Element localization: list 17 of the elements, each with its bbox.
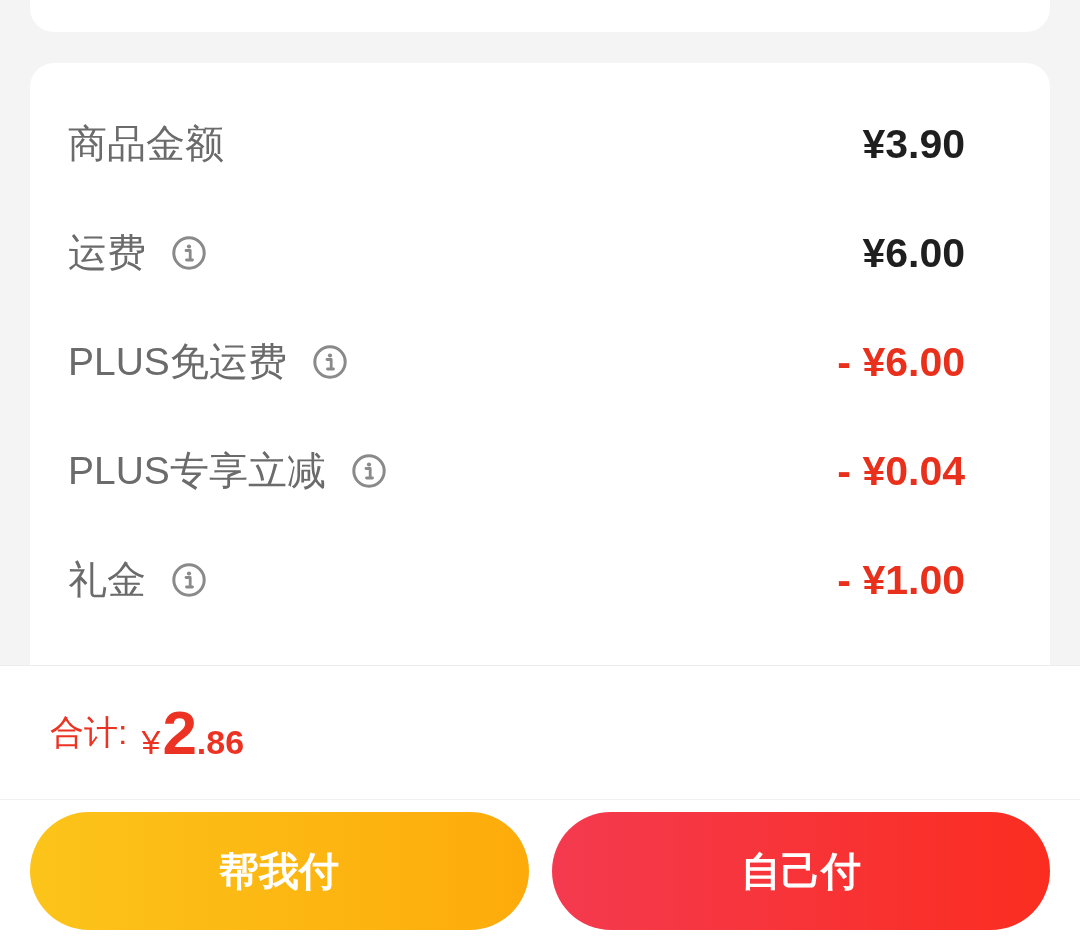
info-icon[interactable] (312, 345, 347, 380)
pay-myself-button[interactable]: 自己付 (551, 812, 1050, 930)
fee-label: 商品金额 (68, 121, 224, 168)
total-price: ¥2.86 (141, 701, 245, 764)
fee-label: 运费 (68, 230, 146, 277)
info-icon[interactable] (172, 563, 206, 598)
discount-amount: - ¥1.00 (837, 555, 965, 605)
fee-label: 礼金 (68, 557, 146, 604)
info-icon[interactable] (172, 236, 206, 271)
fee-label: PLUS免运费 (68, 339, 287, 386)
fee-label: PLUS专享立减 (68, 448, 326, 495)
fee-amount: ¥6.00 (862, 228, 965, 278)
discount-amount: - ¥6.00 (837, 337, 965, 387)
discount-amount: - ¥0.04 (837, 446, 965, 496)
info-icon[interactable] (351, 454, 386, 489)
total-label: 合计: (50, 712, 128, 753)
fee-amount: ¥3.90 (862, 119, 965, 169)
